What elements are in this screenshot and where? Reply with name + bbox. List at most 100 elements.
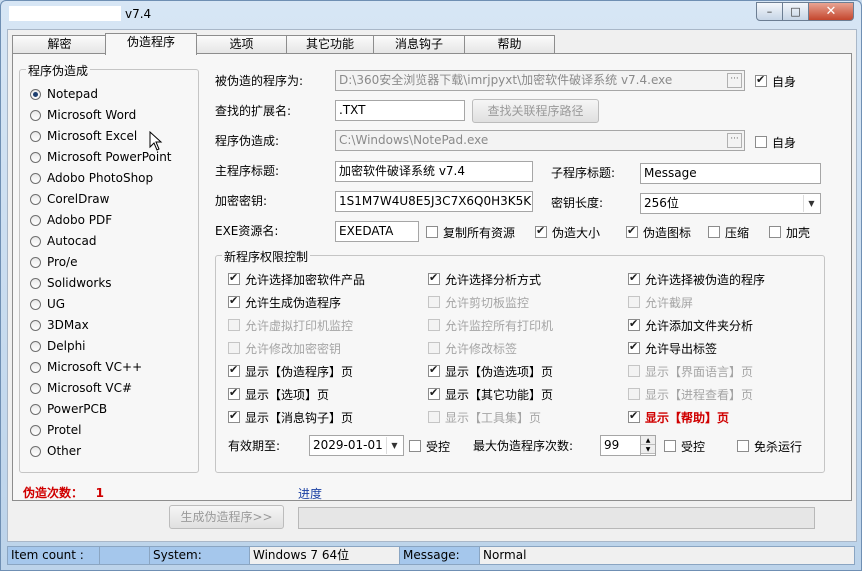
fake-size-checkbox[interactable]: 伪造大小 bbox=[535, 224, 600, 240]
program-radio-15[interactable]: PowerPCB bbox=[30, 401, 107, 417]
radio-indicator bbox=[30, 445, 41, 457]
perm-col1-6-checkbox[interactable]: 显示【消息钩子】页 bbox=[228, 409, 353, 425]
program-radio-9[interactable]: Solidworks bbox=[30, 275, 112, 291]
radio-indicator bbox=[30, 256, 41, 268]
program-radio-14[interactable]: Microsoft VC# bbox=[30, 380, 132, 396]
expiry-label: 有效期至: bbox=[228, 439, 281, 453]
ext-label: 查找的扩展名: bbox=[215, 104, 292, 118]
program-radio-12[interactable]: Delphi bbox=[30, 338, 86, 354]
fake-as-field[interactable]: C:\Windows\NotePad.exe ··· bbox=[335, 130, 745, 151]
perm-checkbox-label: 显示【其它功能】页 bbox=[445, 387, 554, 402]
status-item-count-label: Item count : bbox=[7, 546, 99, 565]
program-group-legend: 程序伪造成 bbox=[26, 62, 91, 79]
program-radio-11[interactable]: 3DMax bbox=[30, 317, 89, 333]
fake-icon-checkbox[interactable]: 伪造图标 bbox=[626, 224, 691, 240]
perm-checkbox-box bbox=[428, 296, 440, 308]
perm-col3-6-checkbox[interactable]: 显示【帮助】页 bbox=[628, 409, 729, 425]
stepper-down-icon[interactable]: ▼ bbox=[641, 445, 655, 454]
tab-decrypt[interactable]: 解密 bbox=[12, 35, 107, 54]
tab-options[interactable]: 选项 bbox=[196, 35, 287, 54]
compress-label: 压缩 bbox=[725, 225, 750, 240]
self1-checkbox[interactable]: 自身 bbox=[755, 73, 796, 89]
self2-checkbox[interactable]: 自身 bbox=[755, 134, 796, 150]
max-fake-stepper[interactable]: 99 ▲ ▼ bbox=[600, 435, 656, 456]
perm-checkbox-label: 允许生成伪造程序 bbox=[245, 295, 342, 310]
ext-input[interactable]: .TXT bbox=[335, 100, 465, 121]
faked-program-field[interactable]: D:\360安全浏览器下载\imrjpyxt\加密软件破译系统 v7.4.exe… bbox=[335, 70, 745, 91]
perm-col1-1-checkbox[interactable]: 允许生成伪造程序 bbox=[228, 294, 341, 310]
program-radio-16[interactable]: Protel bbox=[30, 422, 81, 438]
program-radio-6[interactable]: Adobo PDF bbox=[30, 212, 112, 228]
perm-checkbox-label: 显示【帮助】页 bbox=[645, 410, 730, 425]
perm-col3-2-checkbox[interactable]: 允许添加文件夹分析 bbox=[628, 317, 753, 333]
radio-indicator bbox=[30, 277, 41, 289]
find-assoc-button[interactable]: 查找关联程序路径 bbox=[472, 99, 599, 123]
perm-col1-5-checkbox[interactable]: 显示【选项】页 bbox=[228, 386, 329, 402]
title-bar[interactable]: v7.4 – □ ✕ bbox=[1, 1, 861, 29]
shell-checkbox[interactable]: 加壳 bbox=[769, 224, 810, 240]
generate-button[interactable]: 生成伪造程序>> bbox=[169, 505, 284, 529]
perm-col2-5-checkbox[interactable]: 显示【其它功能】页 bbox=[428, 386, 553, 402]
program-radio-13[interactable]: Microsoft VC++ bbox=[30, 359, 142, 375]
program-radio-7[interactable]: Autocad bbox=[30, 233, 96, 249]
browse-faked-button[interactable]: ··· bbox=[727, 73, 742, 88]
radio-indicator bbox=[30, 235, 41, 247]
radio-indicator bbox=[30, 214, 41, 226]
program-radio-4[interactable]: Adobo PhotoShop bbox=[30, 170, 153, 186]
perm-checkbox-box bbox=[228, 294, 240, 308]
program-radio-label: Protel bbox=[47, 423, 82, 437]
tab-fake-program[interactable]: 伪造程序 bbox=[105, 33, 197, 55]
program-radio-2[interactable]: Microsoft Excel bbox=[30, 128, 137, 144]
key-input[interactable]: 1S1M7W4U8E5J3C7X6Q0H3K5K1H0M0 bbox=[335, 191, 533, 212]
browse-fake-as-button[interactable]: ··· bbox=[727, 133, 742, 148]
perm-checkbox-box bbox=[228, 319, 240, 331]
perm-col3-3-checkbox[interactable]: 允许导出标签 bbox=[628, 340, 717, 356]
program-radio-3[interactable]: Microsoft PowerPoint bbox=[30, 149, 172, 165]
program-radio-label: Other bbox=[47, 444, 82, 458]
stepper-arrows[interactable]: ▲ ▼ bbox=[640, 436, 655, 455]
exe-res-input[interactable]: EXEDATA bbox=[335, 221, 419, 242]
stepper-up-icon[interactable]: ▲ bbox=[641, 436, 655, 445]
tab-other-functions[interactable]: 其它功能 bbox=[286, 35, 374, 54]
tab-message-hook[interactable]: 消息钩子 bbox=[373, 35, 465, 54]
perm-checkbox-box bbox=[428, 411, 440, 423]
no-kill-checkbox[interactable]: 免杀运行 bbox=[737, 438, 802, 454]
program-radio-label: Microsoft VC++ bbox=[47, 360, 143, 374]
fake-size-label: 伪造大小 bbox=[552, 225, 601, 240]
program-radio-label: Autocad bbox=[47, 234, 97, 248]
copy-all-res-checkbox[interactable]: 复制所有资源 bbox=[426, 224, 515, 240]
perm-checkbox-label: 允许修改标签 bbox=[445, 341, 518, 356]
perm-col1-4-checkbox[interactable]: 显示【伪造程序】页 bbox=[228, 363, 353, 379]
close-button[interactable]: ✕ bbox=[808, 2, 854, 21]
program-radio-5[interactable]: CorelDraw bbox=[30, 191, 109, 207]
program-radio-label: 3DMax bbox=[47, 318, 89, 332]
key-len-select[interactable]: 256位 ▼ bbox=[640, 193, 821, 214]
maximize-button[interactable]: □ bbox=[782, 2, 809, 21]
perm-checkbox-box bbox=[628, 296, 640, 308]
program-radio-label: Adobo PhotoShop bbox=[47, 171, 154, 185]
self1-label: 自身 bbox=[772, 74, 797, 89]
perm-col3-0-checkbox[interactable]: 允许选择被伪造的程序 bbox=[628, 271, 765, 287]
program-radio-10[interactable]: UG bbox=[30, 296, 65, 312]
perm-checkbox-box bbox=[228, 342, 240, 354]
program-radio-0[interactable]: Notepad bbox=[30, 86, 98, 102]
compress-checkbox[interactable]: 压缩 bbox=[708, 224, 749, 240]
perm-col2-4-checkbox[interactable]: 显示【伪造选项】页 bbox=[428, 363, 553, 379]
compress-box bbox=[708, 226, 720, 238]
progress-bar bbox=[298, 507, 815, 529]
expiry-date-picker[interactable]: 2029-01-01 ▼ bbox=[309, 435, 404, 456]
shell-label: 加壳 bbox=[786, 225, 811, 240]
tab-help[interactable]: 帮助 bbox=[464, 35, 555, 54]
perm-col2-0-checkbox[interactable]: 允许选择分析方式 bbox=[428, 271, 541, 287]
program-radio-17[interactable]: Other bbox=[30, 443, 81, 459]
radio-indicator bbox=[30, 382, 41, 394]
perm-col1-0-checkbox[interactable]: 允许选择加密软件产品 bbox=[228, 271, 365, 287]
sub-title-input[interactable]: Message bbox=[640, 163, 821, 184]
program-radio-1[interactable]: Microsoft Word bbox=[30, 107, 136, 123]
main-title-input[interactable]: 加密软件破译系统 v7.4 bbox=[335, 161, 533, 182]
controlled1-label: 受控 bbox=[426, 439, 451, 454]
controlled2-checkbox[interactable]: 受控 bbox=[664, 438, 705, 454]
minimize-button[interactable]: – bbox=[756, 2, 783, 21]
program-radio-8[interactable]: Pro/e bbox=[30, 254, 77, 270]
controlled1-checkbox[interactable]: 受控 bbox=[409, 438, 450, 454]
